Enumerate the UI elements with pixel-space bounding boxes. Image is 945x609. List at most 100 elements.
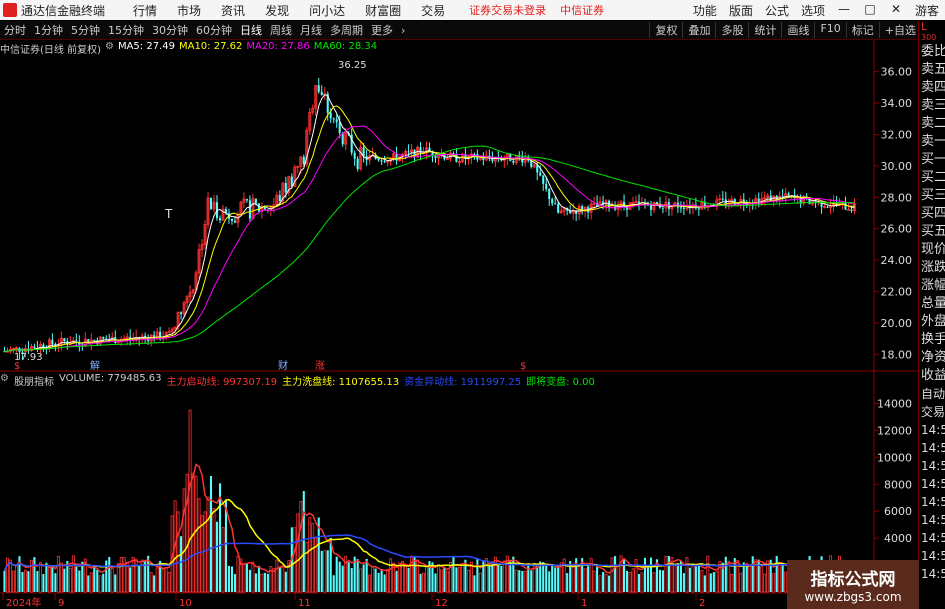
draw-button[interactable]: 画线 xyxy=(781,22,814,38)
candle-body xyxy=(89,339,93,345)
candle-body xyxy=(45,348,48,350)
candle-body xyxy=(557,203,560,213)
event-marker: $ xyxy=(520,361,526,372)
volume-bar xyxy=(221,527,225,593)
indicator-gear-icon[interactable]: ⚙ xyxy=(0,373,9,387)
volume-bar xyxy=(311,523,315,593)
user-label[interactable]: 游客 xyxy=(915,2,939,19)
menu-options[interactable]: 选项 xyxy=(801,2,825,19)
volume-bar xyxy=(521,570,524,592)
candle-body xyxy=(338,122,341,133)
candle-body xyxy=(817,200,821,204)
candle-body xyxy=(66,341,69,345)
candle-body xyxy=(299,156,303,167)
vol-tick-label: 6000 xyxy=(884,505,912,518)
candle-body xyxy=(422,152,425,155)
volume-bar xyxy=(434,573,437,592)
adjust-button[interactable]: 复权 xyxy=(649,22,682,38)
volume-bar xyxy=(332,575,335,592)
overlay-button[interactable]: 叠加 xyxy=(682,22,715,38)
candle-body xyxy=(114,337,117,344)
menu-quotes[interactable]: 行情 xyxy=(133,2,157,19)
menu-formula[interactable]: 公式 xyxy=(765,2,789,19)
volume-bar xyxy=(320,550,323,592)
period-30min[interactable]: 30分钟 xyxy=(152,22,188,38)
period-day[interactable]: 日线 xyxy=(240,22,262,38)
volume-bar xyxy=(523,570,527,593)
volume-bar xyxy=(12,570,15,593)
mark-button[interactable]: 标记 xyxy=(845,22,879,38)
candle-body xyxy=(108,339,111,341)
volume-bar xyxy=(754,559,758,593)
menu-discover[interactable]: 发现 xyxy=(265,2,289,19)
candle-body xyxy=(502,158,506,161)
volume-bar xyxy=(116,563,120,593)
period-month[interactable]: 月线 xyxy=(300,22,322,38)
line3-label: 资金异动线: 1911997.25 xyxy=(404,377,522,388)
candle-body xyxy=(527,157,530,161)
ma5-label: MA5: 27.49 xyxy=(117,41,175,52)
indicator-name[interactable]: 股朋指标 xyxy=(14,373,54,388)
minimize-icon[interactable]: — xyxy=(837,2,851,19)
volume-bar xyxy=(583,568,587,593)
period-1min[interactable]: 1分钟 xyxy=(34,22,63,38)
broker-name[interactable]: 中信证券 xyxy=(560,2,604,18)
volume-bar xyxy=(138,564,141,592)
volume-bar xyxy=(469,561,473,593)
maximize-icon[interactable]: □ xyxy=(863,2,877,19)
f10-button[interactable]: F10 xyxy=(814,22,845,38)
menu-function[interactable]: 功能 xyxy=(693,2,717,19)
volume-bar xyxy=(185,473,189,593)
volume-bar xyxy=(125,561,129,593)
menu-market[interactable]: 市场 xyxy=(177,2,201,19)
login-alert[interactable]: 证券交易未登录 xyxy=(469,2,546,18)
volume-bar xyxy=(757,559,760,592)
volume-bar xyxy=(218,483,222,592)
add-watchlist-button[interactable]: +自选 xyxy=(878,22,921,38)
volume-bar xyxy=(577,566,581,593)
stats-button[interactable]: 统计 xyxy=(748,22,781,38)
period-week[interactable]: 周线 xyxy=(270,22,292,38)
candle-body xyxy=(296,165,300,168)
volume-bar xyxy=(71,555,75,593)
close-icon[interactable]: ✕ xyxy=(889,2,903,19)
period-60min[interactable]: 60分钟 xyxy=(196,22,232,38)
volume-bar xyxy=(102,573,105,592)
candle-body xyxy=(482,157,485,160)
candle-body xyxy=(829,206,833,208)
settings-gear-icon[interactable]: ⚙ xyxy=(105,41,114,55)
volume-bar xyxy=(149,572,153,593)
candle-body xyxy=(368,155,372,161)
volume-bar xyxy=(497,563,500,592)
menu-ask[interactable]: 问小达 xyxy=(309,2,345,19)
volume-bar xyxy=(29,559,33,593)
period-5min[interactable]: 5分钟 xyxy=(71,22,100,38)
volume-bar xyxy=(736,559,740,593)
volume-bar xyxy=(766,560,770,593)
sidebar-item: 14:56 xyxy=(921,459,945,473)
menu-news[interactable]: 资讯 xyxy=(221,2,245,19)
period-multi[interactable]: 多周期 xyxy=(330,22,363,38)
candle-body xyxy=(449,152,452,160)
menu-layout[interactable]: 版面 xyxy=(729,2,753,19)
candle-body xyxy=(260,205,264,212)
menu-wealth[interactable]: 财富圈 xyxy=(365,2,401,19)
period-tick[interactable]: 分时 xyxy=(4,22,26,38)
volume-bar xyxy=(353,556,356,592)
candle-body xyxy=(374,155,377,159)
volume-bar xyxy=(748,565,752,593)
y-tick-label: 36.00 xyxy=(881,66,913,79)
period-15min[interactable]: 15分钟 xyxy=(108,22,144,38)
candle-body xyxy=(709,205,712,207)
period-more[interactable]: 更多 xyxy=(371,22,393,38)
candle-body xyxy=(54,344,57,346)
volume-bar xyxy=(425,565,428,593)
candle-body xyxy=(530,160,533,167)
ma20-label: MA20: 27.86 xyxy=(246,41,310,52)
multi-stock-button[interactable]: 多股 xyxy=(715,22,748,38)
candle-body xyxy=(460,153,464,163)
stock-title[interactable]: 中信证券(日线 前复权) xyxy=(0,41,101,56)
menu-trade[interactable]: 交易 xyxy=(421,2,445,19)
chevron-right-icon[interactable]: › xyxy=(401,24,405,37)
candle-body xyxy=(140,335,144,339)
